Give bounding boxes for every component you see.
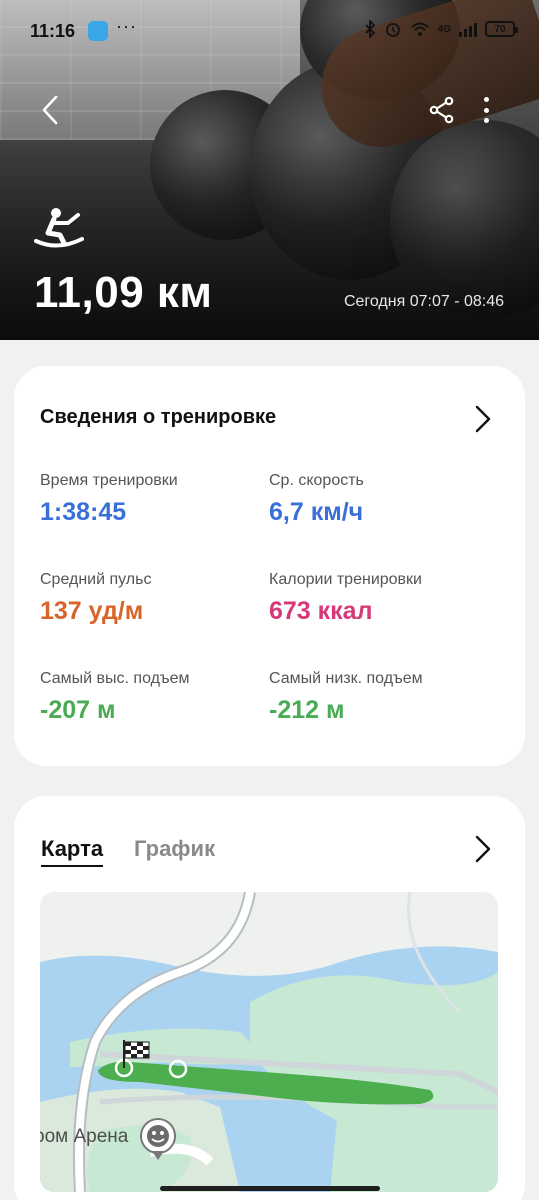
rowing-icon — [34, 208, 84, 248]
status-time: 11:16 — [30, 21, 76, 41]
alarm-icon — [385, 23, 400, 37]
stat-label: Калории тренировки — [269, 571, 422, 588]
tab-graph[interactable]: График — [134, 836, 215, 862]
bluetooth-icon — [365, 20, 375, 38]
more-menu-button[interactable] — [474, 94, 498, 126]
chevron-right-icon[interactable] — [472, 404, 494, 434]
network-type: 4G — [437, 23, 451, 35]
battery-level: 70 — [494, 23, 506, 35]
map-place-label: ром Арена — [40, 1126, 129, 1147]
stat-calories: Калории тренировки 673 ккал — [269, 571, 499, 626]
stat-value: -207 м — [40, 696, 116, 724]
stat-avg-speed: Ср. скорость 6,7 км/ч — [269, 472, 499, 527]
chevron-left-icon — [42, 95, 58, 125]
signal-icon — [459, 21, 477, 37]
stat-avg-heart-rate: Средний пульс 137 уд/м — [40, 571, 270, 626]
stat-label: Самый выс. подъем — [40, 670, 190, 687]
stat-label: Средний пульс — [40, 571, 152, 588]
stat-label: Самый низк. подъем — [269, 670, 423, 687]
share-icon[interactable] — [428, 96, 456, 124]
back-button[interactable] — [34, 92, 66, 128]
stat-label: Время тренировки — [40, 472, 178, 489]
home-indicator[interactable] — [160, 1186, 380, 1191]
stat-min-elevation: Самый низк. подъем -212 м — [269, 670, 499, 725]
workout-info-title: Сведения о тренировке — [40, 406, 277, 428]
stat-value: -212 м — [269, 696, 345, 724]
workout-info-card[interactable]: Сведения о тренировке Время тренировки 1… — [14, 366, 525, 766]
status-bar: 11:16 ··· 4G 70 — [0, 0, 539, 62]
route-card: Карта График ром Арена — [14, 796, 525, 1200]
chevron-right-icon[interactable] — [472, 834, 494, 864]
active-tab-indicator — [41, 865, 103, 867]
battery-icon: 70 — [485, 21, 518, 37]
tab-map[interactable]: Карта — [41, 836, 103, 862]
workout-header: 11:16 ··· 4G 70 11,09 км Сегодня 07:07 -… — [0, 0, 539, 340]
stat-max-elevation: Самый выс. подъем -207 м — [40, 670, 270, 725]
wifi-icon — [410, 22, 429, 36]
stat-value: 6,7 км/ч — [269, 498, 364, 526]
workout-time-range: Сегодня 07:07 - 08:46 — [343, 293, 504, 310]
route-map[interactable]: ром Арена — [40, 892, 498, 1192]
stat-duration: Время тренировки 1:38:45 — [40, 472, 270, 527]
stat-value: 137 уд/м — [40, 597, 144, 625]
workout-distance: 11,09 км — [34, 268, 213, 317]
stat-label: Ср. скорость — [269, 472, 364, 489]
status-indicators: 4G 70 — [364, 20, 518, 38]
more-notifications-icon: ··· — [116, 16, 137, 36]
stat-value: 673 ккал — [269, 597, 373, 625]
stat-value: 1:38:45 — [40, 498, 127, 526]
notification-app-icon — [88, 21, 108, 41]
